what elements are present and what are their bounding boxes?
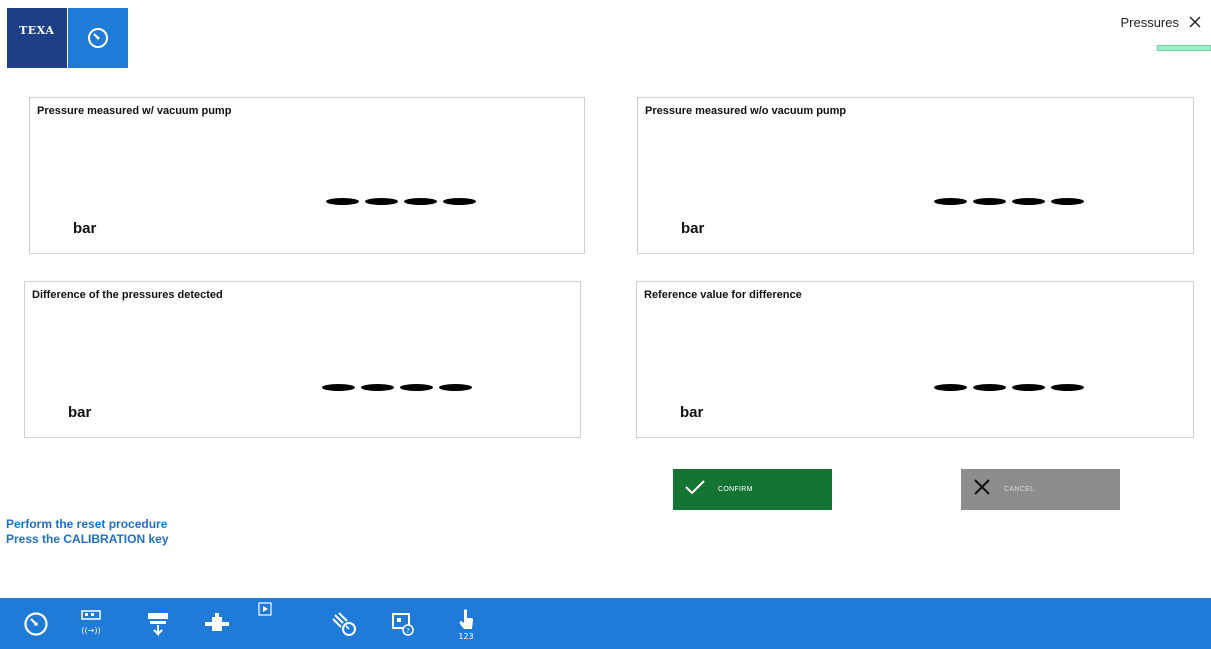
panel-title: Pressure measured w/o vacuum pump — [645, 105, 847, 117]
value-dash — [439, 384, 472, 391]
close-icon — [972, 479, 992, 500]
panel-pressure-with-pump: Pressure measured w/ vacuum pump bar — [29, 97, 585, 254]
panel-value — [934, 198, 1084, 205]
panel-pressure-difference: Difference of the pressures detected bar — [24, 281, 581, 438]
panel-reference-value: Reference value for difference bar — [636, 281, 1194, 438]
gauge-icon[interactable] — [16, 604, 56, 644]
check-icon — [684, 479, 706, 500]
instruction-line: Perform the reset procedure — [6, 517, 168, 531]
plug-icon[interactable] — [197, 604, 237, 644]
touch-keypad-icon[interactable]: 123 — [446, 604, 486, 644]
value-dash — [443, 198, 476, 205]
logo-block: TEXA — [7, 8, 128, 68]
panel-unit: bar — [68, 404, 92, 421]
texa-logo: TEXA — [7, 8, 67, 68]
panel-title: Pressure measured w/ vacuum pump — [37, 105, 232, 117]
panel-value — [322, 384, 472, 391]
panel-title: Difference of the pressures detected — [32, 289, 223, 301]
value-dash — [404, 198, 437, 205]
panel-unit: bar — [73, 220, 97, 237]
value-dash — [934, 198, 967, 205]
play-icon[interactable] — [258, 602, 274, 618]
panel-unit: bar — [681, 220, 705, 237]
help-screen-icon[interactable]: ? — [383, 604, 423, 644]
svg-text:((→)): ((→)) — [81, 626, 100, 635]
panel-value — [934, 384, 1084, 391]
value-dash — [973, 198, 1006, 205]
title-area: Pressures — [1120, 14, 1203, 30]
keypad-label: 123 — [458, 632, 473, 641]
bottom-toolbar: ((→)) ? 123 — [0, 598, 1211, 649]
value-dash — [1051, 384, 1084, 391]
value-dash — [934, 384, 967, 391]
confirm-button[interactable]: CONFIRM — [673, 469, 832, 510]
value-dash — [322, 384, 355, 391]
cancel-label: CANCEL — [1004, 486, 1035, 493]
cancel-button[interactable]: CANCEL — [961, 469, 1120, 510]
value-dash — [365, 198, 398, 205]
value-dash — [1012, 198, 1045, 205]
value-dash — [400, 384, 433, 391]
page-title: Pressures — [1120, 14, 1179, 30]
svg-text:?: ? — [406, 627, 410, 635]
value-dash — [973, 384, 1006, 391]
progress-bar — [1157, 45, 1211, 51]
value-dash — [326, 198, 359, 205]
download-icon[interactable] — [138, 604, 178, 644]
panel-pressure-without-pump: Pressure measured w/o vacuum pump bar — [637, 97, 1194, 254]
remote-control-icon[interactable]: ((→)) — [71, 604, 111, 644]
gauge-icon — [67, 8, 128, 68]
panel-title: Reference value for difference — [644, 289, 802, 301]
value-dash — [361, 384, 394, 391]
instructions: Perform the reset procedure Press the CA… — [6, 517, 169, 547]
panel-unit: bar — [680, 404, 704, 421]
confirm-label: CONFIRM — [718, 486, 753, 493]
close-icon[interactable] — [1187, 14, 1203, 30]
instruction-line: Press the CALIBRATION key — [6, 532, 169, 546]
value-dash — [1012, 384, 1045, 391]
diagnosis-icon[interactable] — [324, 604, 364, 644]
value-dash — [1051, 198, 1084, 205]
panel-value — [326, 198, 476, 205]
